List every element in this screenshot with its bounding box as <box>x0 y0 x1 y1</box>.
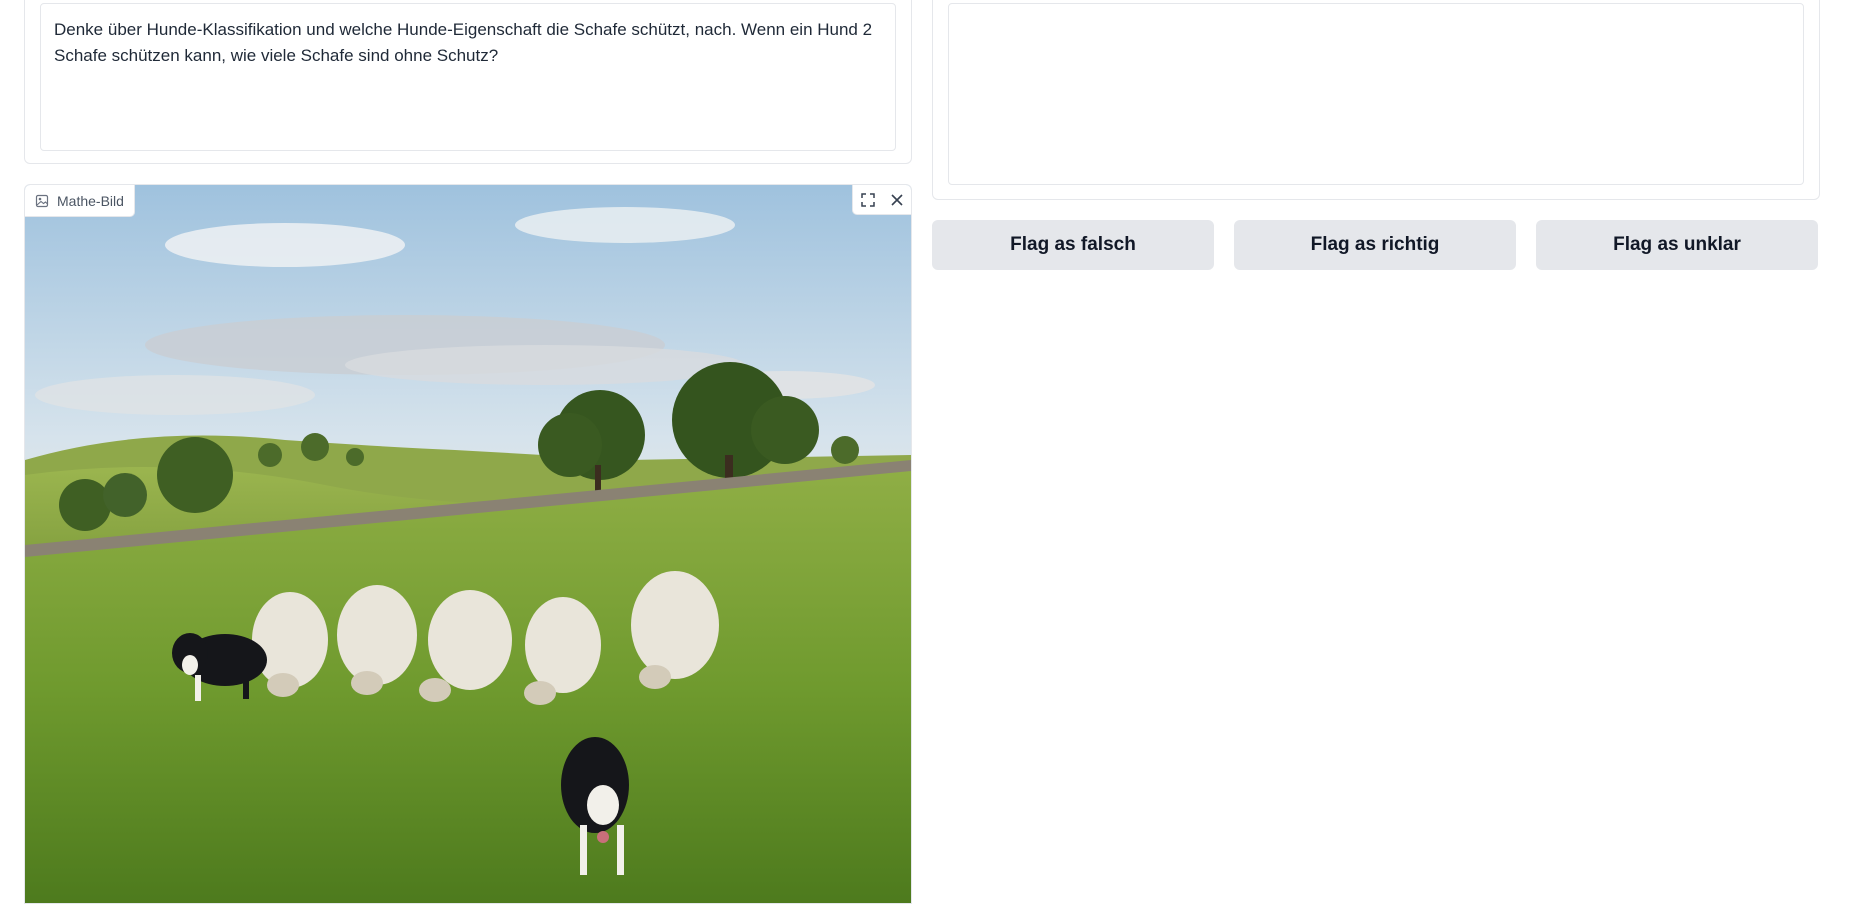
image-icon <box>35 194 49 208</box>
question-block: Denke über Hunde-Klassifikation und welc… <box>24 0 912 164</box>
image-label: Mathe-Bild <box>25 185 135 217</box>
math-image <box>25 185 911 903</box>
question-textarea[interactable]: Denke über Hunde-Klassifikation und welc… <box>40 3 896 151</box>
flag-unklar-button[interactable]: Flag as unklar <box>1536 220 1818 270</box>
fullscreen-icon <box>860 193 875 207</box>
answer-block <box>932 0 1820 200</box>
flag-falsch-button[interactable]: Flag as falsch <box>932 220 1214 270</box>
image-toolbar <box>852 185 911 215</box>
answer-textarea[interactable] <box>948 3 1804 185</box>
image-panel: Mathe-Bild <box>24 184 912 904</box>
close-icon <box>890 194 903 206</box>
fullscreen-button[interactable] <box>853 185 882 215</box>
image-label-text: Mathe-Bild <box>57 192 124 209</box>
flag-richtig-button[interactable]: Flag as richtig <box>1234 220 1516 270</box>
close-button[interactable] <box>882 185 911 215</box>
